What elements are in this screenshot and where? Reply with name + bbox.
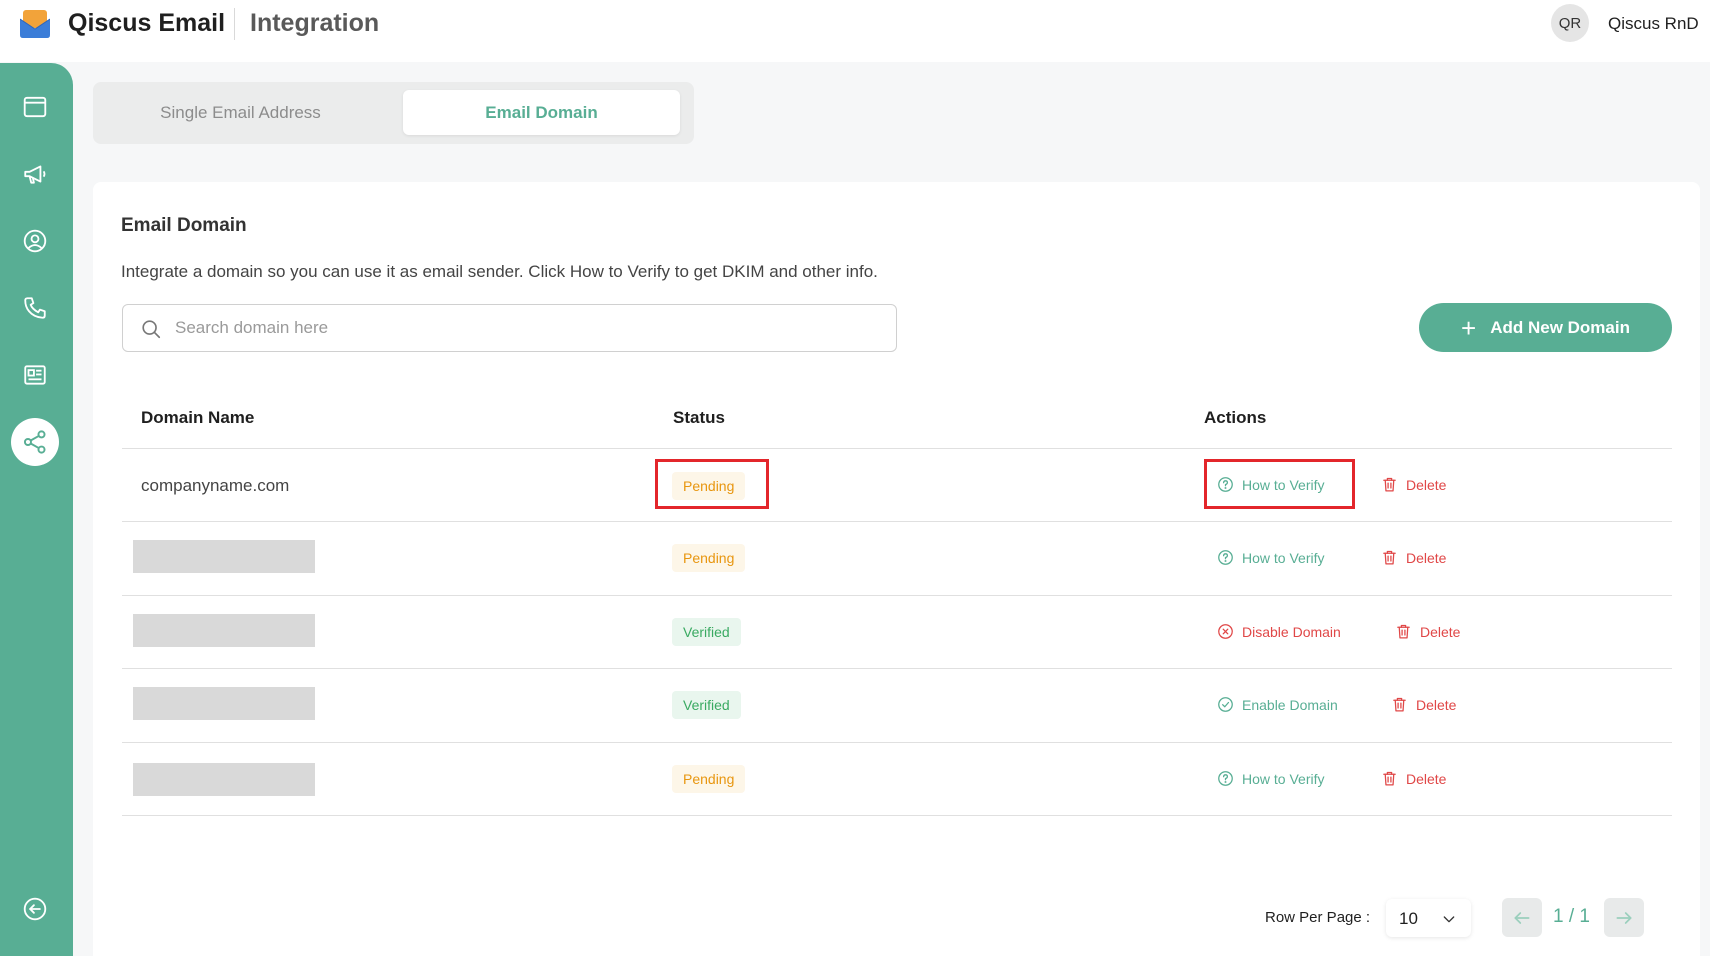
how-to-verify-label: How to Verify	[1242, 549, 1325, 566]
newspaper-icon	[24, 365, 46, 385]
avatar[interactable]: QR	[1551, 4, 1589, 42]
sidebar-item-browser[interactable]	[11, 83, 59, 131]
page-title: Integration	[250, 9, 380, 37]
redacted-domain-name	[133, 687, 315, 720]
email-domain-card	[93, 182, 1700, 956]
sidebar-collapse-button[interactable]	[11, 885, 59, 933]
column-header-actions: Actions	[1204, 408, 1267, 427]
add-new-domain-button[interactable]: + Add New Domain	[1419, 303, 1672, 352]
enable-domain-label: Enable Domain	[1242, 696, 1338, 713]
delete-button[interactable]: Delete	[1395, 623, 1460, 640]
rows-per-page-select[interactable]: 10	[1386, 899, 1471, 937]
status-badge: Pending	[672, 544, 746, 572]
sidebar-item-broadcast[interactable]	[11, 150, 59, 198]
megaphone-icon	[24, 165, 46, 184]
search-icon	[142, 320, 161, 339]
check-circle-icon	[1218, 697, 1233, 712]
phone-icon	[24, 297, 46, 319]
top-header: Qiscus Email Integration QR Qiscus RnD	[0, 0, 1710, 62]
arrow-right-icon	[1616, 911, 1632, 924]
domain-name-cell: companyname.com	[141, 476, 290, 495]
status-badge: Pending	[672, 765, 746, 793]
delete-button[interactable]: Delete	[1381, 549, 1446, 566]
redacted-domain-name	[133, 540, 315, 573]
how-to-verify-button[interactable]: How to Verify	[1217, 549, 1324, 566]
trash-icon	[1393, 697, 1406, 712]
highlight-box	[655, 459, 769, 509]
table-divider	[122, 815, 1672, 816]
trash-icon	[1383, 550, 1396, 565]
redacted-domain-name	[133, 763, 315, 796]
delete-label: Delete	[1406, 549, 1447, 566]
table-divider	[122, 521, 1672, 522]
header-divider	[234, 8, 235, 40]
table-divider	[122, 668, 1672, 669]
share-icon	[23, 430, 46, 454]
sidebar	[0, 63, 73, 956]
redacted-domain-name	[133, 614, 315, 647]
table-divider	[122, 595, 1672, 596]
delete-label: Delete	[1420, 623, 1461, 640]
rows-per-page-label: Row Per Page :	[1265, 909, 1371, 926]
delete-label: Delete	[1416, 696, 1457, 713]
sidebar-item-integration[interactable]	[11, 418, 59, 466]
qiscus-email-logo-icon	[20, 10, 50, 38]
disable-domain-label: Disable Domain	[1242, 623, 1341, 640]
search-input[interactable]	[175, 313, 875, 343]
plus-icon: +	[1461, 312, 1477, 343]
table-divider	[122, 448, 1672, 449]
column-header-domain-name: Domain Name	[141, 408, 255, 427]
section-title: Email Domain	[121, 215, 247, 236]
help-circle-icon	[1218, 550, 1233, 565]
user-name[interactable]: Qiscus RnD	[1608, 14, 1699, 34]
search-box	[122, 304, 897, 352]
delete-button[interactable]: Delete	[1391, 696, 1456, 713]
next-page-button[interactable]	[1604, 898, 1644, 937]
arrow-left-icon	[1514, 911, 1530, 924]
highlight-box	[1204, 459, 1355, 509]
status-badge: Verified	[672, 618, 741, 646]
chevron-down-icon	[1443, 916, 1455, 923]
how-to-verify-label: How to Verify	[1242, 770, 1325, 787]
previous-page-button[interactable]	[1502, 898, 1542, 937]
delete-button[interactable]: Delete	[1381, 770, 1446, 787]
status-badge: Verified	[672, 691, 741, 719]
trash-icon	[1383, 477, 1396, 492]
sidebar-item-contacts[interactable]	[11, 217, 59, 265]
x-circle-icon	[1218, 624, 1233, 639]
sidebar-item-calls[interactable]	[11, 284, 59, 332]
help-circle-icon	[1218, 771, 1233, 786]
app-name: Qiscus Email	[68, 9, 226, 37]
page-indicator: 1 / 1	[1553, 906, 1590, 927]
tab-single-email-address[interactable]: Single Email Address	[103, 90, 378, 135]
column-header-status: Status	[673, 408, 725, 427]
sidebar-item-reports[interactable]	[11, 351, 59, 399]
add-new-domain-label: Add New Domain	[1490, 317, 1630, 337]
integration-tabs: Single Email Address Email Domain	[93, 82, 694, 144]
trash-icon	[1397, 624, 1410, 639]
table-divider	[122, 742, 1672, 743]
delete-button[interactable]: Delete	[1381, 476, 1446, 493]
delete-label: Delete	[1406, 770, 1447, 787]
trash-icon	[1383, 771, 1396, 786]
how-to-verify-button[interactable]: How to Verify	[1217, 770, 1324, 787]
delete-label: Delete	[1406, 476, 1447, 493]
collapse-arrow-icon	[23, 897, 47, 921]
user-circle-icon	[23, 229, 47, 253]
section-description: Integrate a domain so you can use it as …	[121, 262, 878, 281]
enable-domain-button[interactable]: Enable Domain	[1217, 696, 1338, 713]
rows-per-page-value: 10	[1399, 909, 1418, 928]
tab-email-domain[interactable]: Email Domain	[403, 90, 680, 135]
disable-domain-button[interactable]: Disable Domain	[1217, 623, 1341, 640]
browser-window-icon	[23, 96, 47, 118]
